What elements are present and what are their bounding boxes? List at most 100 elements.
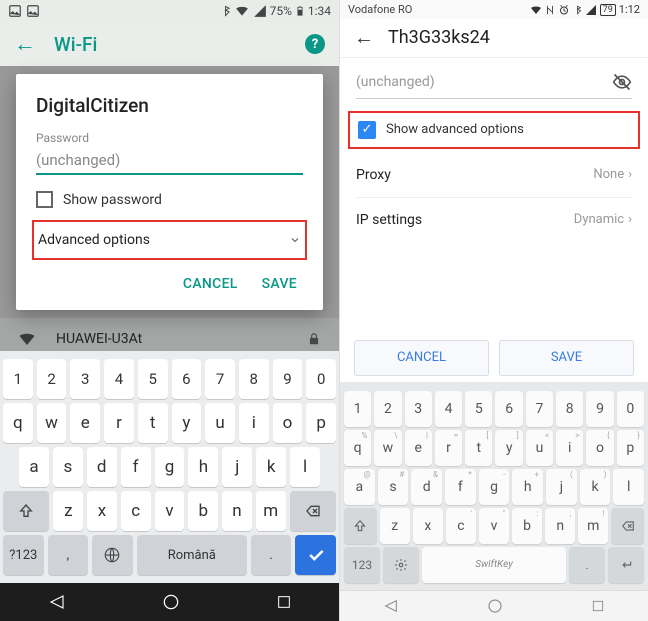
- enter-key[interactable]: [295, 535, 336, 575]
- key-y[interactable]: y]: [495, 430, 522, 466]
- key-a[interactable]: a@: [344, 469, 375, 505]
- key-p[interactable]: p}: [617, 430, 644, 466]
- key-m[interactable]: m!: [578, 508, 608, 544]
- key-o[interactable]: o: [273, 403, 303, 443]
- key-b[interactable]: b:: [512, 508, 542, 544]
- key-e[interactable]: e: [70, 403, 100, 443]
- symbols-key[interactable]: ?123: [3, 535, 44, 575]
- key-c[interactable]: c: [121, 491, 151, 531]
- enter-key[interactable]: [608, 547, 644, 583]
- key-j[interactable]: j(: [546, 469, 577, 505]
- key-f[interactable]: f: [121, 447, 151, 487]
- period-key[interactable]: .: [251, 535, 292, 575]
- key-y[interactable]: y: [172, 403, 202, 443]
- key-w[interactable]: w: [37, 403, 67, 443]
- cancel-button[interactable]: CANCEL: [354, 340, 489, 376]
- key-i[interactable]: i>: [556, 430, 583, 466]
- key-h[interactable]: h: [188, 447, 218, 487]
- key-r[interactable]: r=: [435, 430, 462, 466]
- key-x[interactable]: x: [413, 508, 443, 544]
- key-u[interactable]: u: [205, 403, 235, 443]
- key-h[interactable]: h+: [512, 469, 543, 505]
- back-arrow-icon[interactable]: ←: [14, 31, 36, 57]
- period-key[interactable]: .: [569, 547, 605, 583]
- nav-home-icon[interactable]: [486, 597, 504, 615]
- key-l[interactable]: l: [613, 469, 644, 505]
- key-v[interactable]: v: [155, 491, 185, 531]
- key-s[interactable]: s#: [378, 469, 409, 505]
- key-p[interactable]: p: [306, 403, 336, 443]
- key-n[interactable]: n: [222, 491, 252, 531]
- shift-key[interactable]: [344, 508, 377, 544]
- settings-key[interactable]: [383, 547, 419, 583]
- key-5[interactable]: 5: [465, 391, 492, 427]
- key-1[interactable]: 1: [3, 359, 33, 399]
- key-2[interactable]: 2: [37, 359, 67, 399]
- key-e[interactable]: e|: [405, 430, 432, 466]
- key-r[interactable]: r: [104, 403, 134, 443]
- comma-key[interactable]: ,: [48, 535, 89, 575]
- spacebar[interactable]: SwiftKey: [422, 547, 566, 583]
- keyboard[interactable]: 1234567890 q%w\e|r=t[y]u<i>o{p} a@s#d&f*…: [340, 382, 648, 590]
- key-9[interactable]: 9: [586, 391, 613, 427]
- save-button[interactable]: SAVE: [499, 340, 634, 376]
- key-4[interactable]: 4: [435, 391, 462, 427]
- key-q[interactable]: q: [3, 403, 33, 443]
- spacebar[interactable]: Română: [137, 535, 247, 575]
- password-input[interactable]: [36, 147, 303, 175]
- symbols-key[interactable]: 123: [344, 547, 380, 583]
- shift-key[interactable]: [3, 491, 49, 531]
- ip-setting[interactable]: IP settings Dynamic›: [340, 198, 648, 242]
- key-f[interactable]: f*: [445, 469, 476, 505]
- key-7[interactable]: 7: [526, 391, 553, 427]
- key-4[interactable]: 4: [104, 359, 134, 399]
- key-z[interactable]: z: [380, 508, 410, 544]
- save-button[interactable]: SAVE: [262, 276, 297, 292]
- key-3[interactable]: 3: [70, 359, 100, 399]
- key-0[interactable]: 0: [617, 391, 644, 427]
- key-2[interactable]: 2: [374, 391, 401, 427]
- key-o[interactable]: o{: [586, 430, 613, 466]
- proxy-setting[interactable]: Proxy None›: [340, 153, 648, 197]
- key-c[interactable]: c': [446, 508, 476, 544]
- key-0[interactable]: 0: [306, 359, 336, 399]
- keyboard[interactable]: 1234567890 qwertyuiop asdfghjkl zxcvbnm …: [0, 351, 339, 583]
- key-j[interactable]: j: [222, 447, 252, 487]
- key-i[interactable]: i: [239, 403, 269, 443]
- key-5[interactable]: 5: [138, 359, 168, 399]
- key-n[interactable]: n;: [545, 508, 575, 544]
- key-g[interactable]: g: [155, 447, 185, 487]
- key-a[interactable]: a: [19, 447, 49, 487]
- eye-off-icon[interactable]: [612, 72, 632, 92]
- key-b[interactable]: b: [188, 491, 218, 531]
- key-v[interactable]: v": [479, 508, 509, 544]
- advanced-options-dropdown[interactable]: Advanced options: [34, 222, 305, 258]
- key-6[interactable]: 6: [172, 359, 202, 399]
- key-z[interactable]: z: [53, 491, 83, 531]
- nav-home-icon[interactable]: [161, 592, 181, 612]
- nav-recent-icon[interactable]: [591, 599, 605, 613]
- backspace-key[interactable]: [611, 508, 644, 544]
- back-arrow-icon[interactable]: ←: [354, 25, 374, 50]
- key-l[interactable]: l: [290, 447, 320, 487]
- key-s[interactable]: s: [53, 447, 83, 487]
- key-x[interactable]: x: [87, 491, 117, 531]
- show-password-checkbox[interactable]: Show password: [36, 191, 303, 208]
- key-t[interactable]: t: [138, 403, 168, 443]
- nav-back-icon[interactable]: [48, 593, 66, 611]
- globe-key[interactable]: [92, 535, 133, 575]
- key-8[interactable]: 8: [239, 359, 269, 399]
- key-3[interactable]: 3: [405, 391, 432, 427]
- key-d[interactable]: d: [87, 447, 117, 487]
- key-1[interactable]: 1: [344, 391, 371, 427]
- password-row[interactable]: (unchanged): [340, 58, 648, 98]
- show-advanced-checkbox[interactable]: ✓ Show advanced options: [358, 121, 630, 139]
- key-8[interactable]: 8: [556, 391, 583, 427]
- key-9[interactable]: 9: [273, 359, 303, 399]
- help-icon[interactable]: ?: [305, 34, 325, 54]
- key-g[interactable]: g-: [479, 469, 510, 505]
- key-k[interactable]: k): [580, 469, 611, 505]
- key-m[interactable]: m: [256, 491, 286, 531]
- key-u[interactable]: u<: [526, 430, 553, 466]
- key-q[interactable]: q%: [344, 430, 371, 466]
